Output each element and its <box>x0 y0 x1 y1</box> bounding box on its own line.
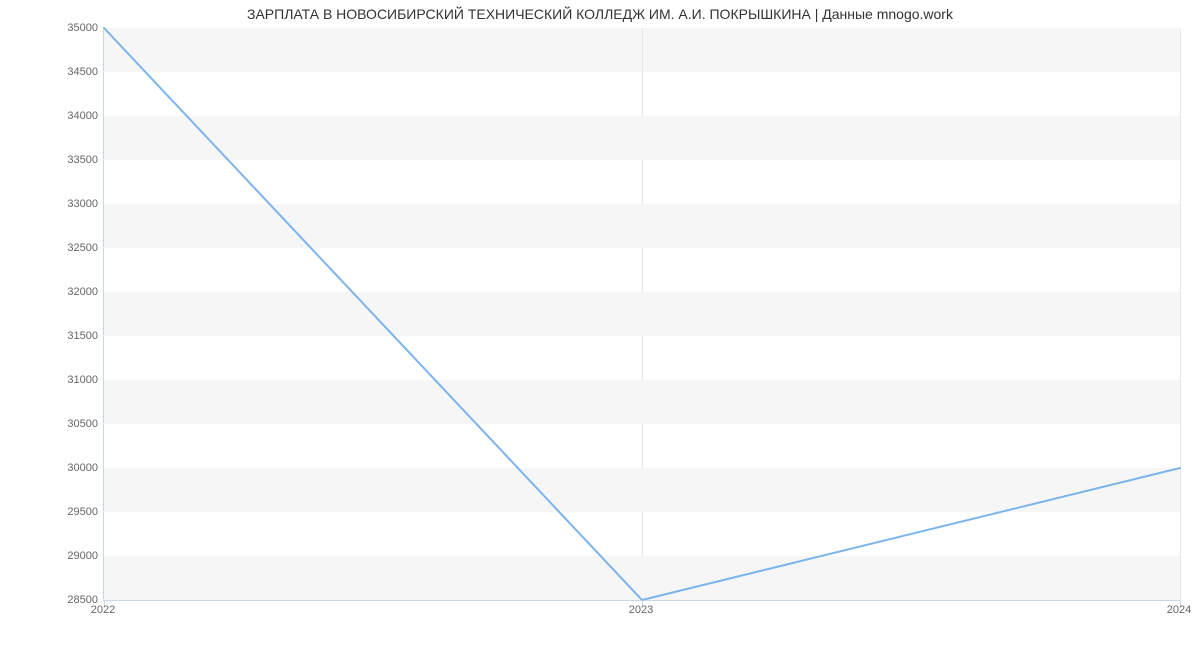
y-tick-label: 31500 <box>67 330 98 342</box>
y-tick-label: 35000 <box>67 22 98 34</box>
y-tick-label: 29500 <box>67 506 98 518</box>
y-tick-label: 34000 <box>67 110 98 122</box>
plot-area <box>103 28 1180 601</box>
y-tick-label: 33500 <box>67 154 98 166</box>
y-tick-label: 31000 <box>67 374 98 386</box>
y-tick-label: 33000 <box>67 198 98 210</box>
x-tick-label: 2024 <box>1167 604 1191 616</box>
chart-title: ЗАРПЛАТА В НОВОСИБИРСКИЙ ТЕХНИЧЕСКИЙ КОЛ… <box>0 6 1200 22</box>
y-tick-label: 32500 <box>67 242 98 254</box>
x-tick-label: 2023 <box>629 604 653 616</box>
salary-line-chart: ЗАРПЛАТА В НОВОСИБИРСКИЙ ТЕХНИЧЕСКИЙ КОЛ… <box>0 0 1200 650</box>
series-line <box>104 28 1180 600</box>
y-tick-label: 34500 <box>67 66 98 78</box>
v-gridline <box>1180 28 1181 600</box>
y-tick-label: 32000 <box>67 286 98 298</box>
y-tick-label: 29000 <box>67 550 98 562</box>
line-layer <box>104 28 1180 600</box>
y-tick-label: 30000 <box>67 462 98 474</box>
y-tick-label: 30500 <box>67 418 98 430</box>
x-tick-label: 2022 <box>91 604 115 616</box>
